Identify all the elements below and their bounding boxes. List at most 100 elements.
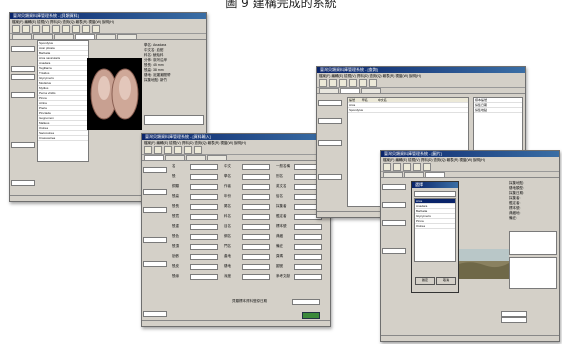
form-field[interactable] (294, 234, 322, 240)
first-record-icon[interactable] (194, 146, 202, 154)
form-label: 頁碼 (276, 254, 283, 258)
prev-record-icon[interactable] (72, 25, 80, 33)
filter-field[interactable] (11, 46, 35, 52)
entry-date-field[interactable] (292, 299, 320, 305)
filter-field[interactable] (11, 142, 35, 148)
form-field[interactable] (190, 254, 218, 260)
search-icon[interactable] (339, 79, 347, 87)
ok-button[interactable]: 確定 (415, 277, 435, 285)
form-field[interactable] (190, 164, 218, 170)
tab-morphology[interactable] (361, 88, 381, 94)
next-record-icon[interactable] (82, 25, 90, 33)
habitat-photo (459, 249, 509, 279)
print-icon[interactable] (413, 163, 421, 171)
filter-field[interactable] (318, 174, 342, 180)
search-icon[interactable] (403, 163, 411, 171)
form-field[interactable] (190, 174, 218, 180)
list-item[interactable]: Crassostrea (38, 136, 88, 141)
filter-field[interactable] (11, 180, 35, 186)
save-record-button[interactable] (302, 312, 320, 319)
filter-field[interactable] (143, 207, 167, 213)
delete-icon[interactable] (184, 146, 192, 154)
search-icon[interactable] (32, 25, 40, 33)
filter-field[interactable] (318, 100, 342, 106)
new-icon[interactable] (319, 79, 327, 87)
save-icon[interactable] (154, 146, 162, 154)
filter-field[interactable] (11, 92, 35, 98)
form-field[interactable] (242, 224, 270, 230)
table-row[interactable]: Spondylus (348, 108, 468, 113)
filter-field[interactable] (382, 184, 406, 190)
tab-habitat[interactable] (207, 155, 227, 161)
first-record-icon[interactable] (62, 25, 70, 33)
form-field[interactable] (190, 234, 218, 240)
form-field[interactable] (190, 244, 218, 250)
cancel-button[interactable]: 取消 (436, 277, 456, 285)
filter-field[interactable] (382, 248, 406, 254)
filter-field[interactable] (11, 74, 35, 80)
tab-morphology[interactable] (186, 155, 206, 161)
filter-field[interactable] (318, 140, 342, 146)
form-field[interactable] (190, 204, 218, 210)
form-field[interactable] (242, 244, 270, 250)
tab-image[interactable] (117, 34, 137, 40)
form-field[interactable] (190, 264, 218, 270)
form-label: 年份 (224, 194, 231, 198)
first-record-icon[interactable] (369, 79, 377, 87)
form-field[interactable] (294, 274, 322, 280)
list-item[interactable]: Ostrea (415, 224, 455, 229)
save-icon[interactable] (393, 163, 401, 171)
new-icon[interactable] (12, 25, 20, 33)
filter-field[interactable] (143, 189, 167, 195)
dialog-search-field[interactable] (414, 191, 456, 197)
filter-field[interactable] (382, 202, 406, 208)
delete-icon[interactable] (423, 163, 431, 171)
form-field[interactable] (190, 184, 218, 190)
form-field[interactable] (242, 254, 270, 260)
filter-field[interactable] (143, 261, 167, 267)
new-icon[interactable] (144, 146, 152, 154)
tab-strip (317, 88, 525, 94)
save-icon[interactable] (22, 25, 30, 33)
new-icon[interactable] (383, 163, 391, 171)
filter-field[interactable] (143, 311, 167, 317)
delete-icon[interactable] (359, 79, 367, 87)
form-field[interactable] (242, 204, 270, 210)
form-field[interactable] (242, 194, 270, 200)
form-field[interactable] (242, 214, 270, 220)
form-field[interactable] (190, 224, 218, 230)
tab-specimen[interactable] (96, 34, 116, 40)
delete-icon[interactable] (52, 25, 60, 33)
filter-field[interactable] (11, 66, 35, 72)
form-field[interactable] (294, 264, 322, 270)
form-field[interactable] (294, 244, 322, 250)
notes-field[interactable] (144, 115, 204, 125)
tab-image[interactable] (425, 172, 445, 178)
print-icon[interactable] (349, 79, 357, 87)
form-field[interactable] (242, 264, 270, 270)
print-icon[interactable] (42, 25, 50, 33)
last-record-icon[interactable] (92, 25, 100, 33)
save-icon[interactable] (329, 79, 337, 87)
form-field[interactable] (242, 274, 270, 280)
filter-field[interactable] (143, 237, 167, 243)
form-field[interactable] (242, 184, 270, 190)
form-field[interactable] (190, 194, 218, 200)
form-field[interactable] (242, 174, 270, 180)
filter-field[interactable] (382, 220, 406, 226)
form-field[interactable] (190, 214, 218, 220)
search-icon[interactable] (164, 146, 172, 154)
form-field[interactable] (294, 224, 322, 230)
dialog-list[interactable]: Arca Anadara Barbatia Glycymeris Pinna Ostrea (414, 198, 456, 262)
bottom-field[interactable] (501, 317, 527, 323)
species-list[interactable]: Spondylus Acar plicata Barbatia Arca navicu… (37, 40, 89, 162)
form-field[interactable] (294, 254, 322, 260)
print-icon[interactable] (174, 146, 182, 154)
filter-field[interactable] (143, 167, 167, 173)
form-label: 綱名 (224, 234, 231, 238)
form-field[interactable] (242, 234, 270, 240)
form-field[interactable] (190, 274, 218, 280)
filter-field[interactable] (318, 118, 342, 124)
form-field[interactable] (242, 164, 270, 170)
header-col-zh: 中文名 (377, 98, 387, 102)
